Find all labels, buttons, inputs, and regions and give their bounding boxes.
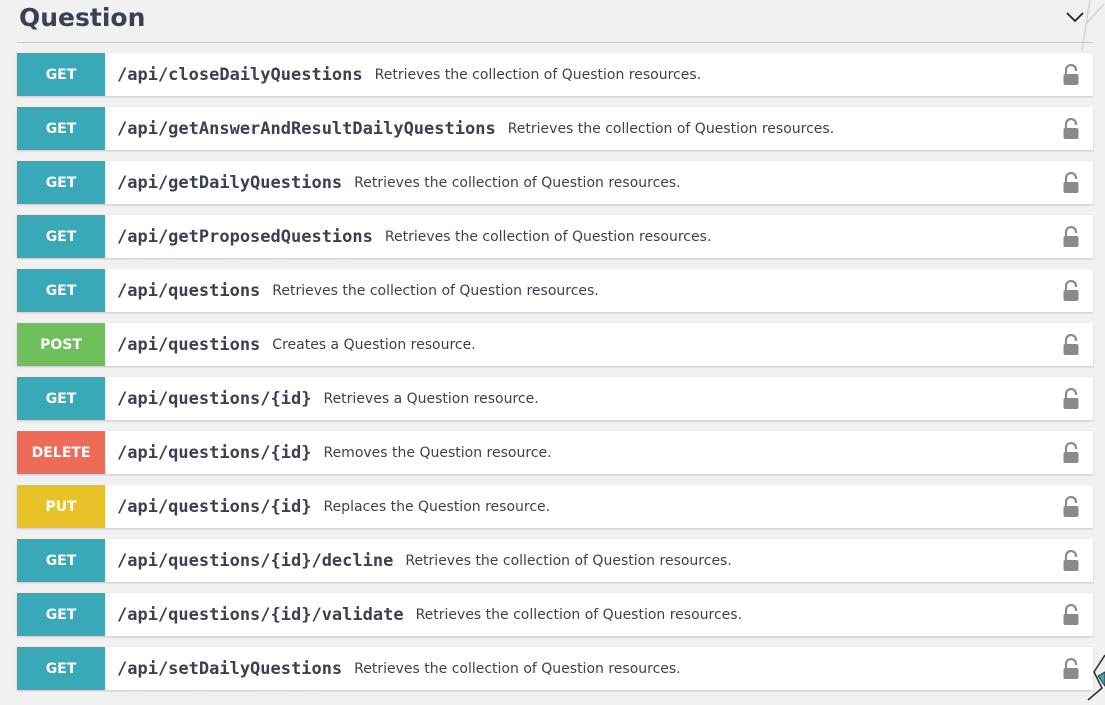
lock-icon[interactable] [1062,172,1080,194]
operation-row[interactable]: GET/api/getAnswerAndResultDailyQuestions… [17,107,1093,150]
operation-summary: /api/questions/{id}/validate Retrieves th… [117,593,742,636]
lock-icon[interactable] [1062,334,1080,356]
operation-path: /api/questions/{id} [117,496,312,517]
operation-summary: /api/getProposedQuestions Retrieves the c… [117,215,711,258]
operation-description: Retrieves the collection of Question res… [374,66,702,83]
operation-row[interactable]: PUT/api/questions/{id} Replaces the Quest… [17,485,1093,528]
operation-description: Retrieves a Question resource. [323,390,539,407]
lock-icon[interactable] [1062,658,1080,680]
lock-icon[interactable] [1062,280,1080,302]
operation-description: Retrieves the collection of Question res… [415,606,743,623]
operation-summary: /api/questions/{id}/decline Retrieves the… [117,539,732,582]
lock-icon[interactable] [1062,388,1080,410]
operation-description: Retrieves the collection of Question res… [354,660,681,677]
method-badge: GET [17,107,105,150]
operation-description: Replaces the Question resource. [323,498,551,515]
operation-description: Creates a Question resource. [272,336,476,353]
section-title: Question [19,3,146,32]
operation-row[interactable]: GET/api/getDailyQuestions Retrieves the c… [17,161,1093,204]
lock-icon[interactable] [1062,64,1080,86]
operation-path: /api/questions [117,280,261,301]
operation-summary: /api/questions/{id} Replaces the Question… [117,485,550,528]
operation-path: /api/getProposedQuestions [117,226,373,247]
operation-row[interactable]: GET/api/setDailyQuestions Retrieves the c… [17,647,1093,690]
operation-description: Retrieves the collection of Question res… [507,120,835,137]
operation-summary: /api/questions/{id} Removes the Question … [117,431,552,474]
operation-path: /api/questions/{id} [117,388,312,409]
method-badge: GET [17,53,105,96]
operation-description: Retrieves the collection of Question res… [384,228,712,245]
operation-row[interactable]: POST/api/questions Creates a Question res… [17,323,1093,366]
method-badge: GET [17,215,105,258]
operation-row[interactable]: GET/api/questions Retrieves the collectio… [17,269,1093,312]
method-badge: PUT [17,485,105,528]
operation-path: /api/setDailyQuestions [117,658,343,679]
operation-path: /api/getAnswerAndResultDailyQuestions [117,118,496,139]
operation-description: Removes the Question resource. [323,444,552,461]
operation-path: /api/questions [117,334,261,355]
operation-summary: /api/questions Retrieves the collection o… [117,269,599,312]
method-badge: GET [17,161,105,204]
method-badge: GET [17,269,105,312]
operation-row[interactable]: GET/api/closeDailyQuestions Retrieves the… [17,53,1093,96]
method-badge: GET [17,647,105,690]
operation-summary: /api/getDailyQuestions Retrieves the coll… [117,161,681,204]
method-badge: GET [17,593,105,636]
lock-icon[interactable] [1062,118,1080,140]
operation-path: /api/closeDailyQuestions [117,64,363,85]
method-badge: GET [17,377,105,420]
method-badge: POST [17,323,105,366]
operation-path: /api/questions/{id}/validate [117,604,404,625]
decorative-branch-icon [1081,0,1105,51]
operation-row[interactable]: GET/api/questions/{id}/decline Retrieves … [17,539,1093,582]
operation-path: /api/questions/{id} [117,442,312,463]
operation-description: Retrieves the collection of Question res… [272,282,599,299]
operation-row[interactable]: GET/api/questions/{id} Retrieves a Questi… [17,377,1093,420]
lock-icon[interactable] [1062,604,1080,626]
operation-path: /api/questions/{id}/decline [117,550,394,571]
lock-icon[interactable] [1062,496,1080,518]
operation-row[interactable]: DELETE/api/questions/{id} Removes the Que… [17,431,1093,474]
lock-icon[interactable] [1062,442,1080,464]
operation-path: /api/getDailyQuestions [117,172,343,193]
operation-description: Retrieves the collection of Question res… [405,552,732,569]
operation-summary: /api/questions Creates a Question resourc… [117,323,476,366]
operation-row[interactable]: GET/api/questions/{id}/validate Retrieves… [17,593,1093,636]
lock-icon[interactable] [1062,226,1080,248]
operation-description: Retrieves the collection of Question res… [354,174,681,191]
lock-icon[interactable] [1062,550,1080,572]
method-badge: GET [17,539,105,582]
operations-list: GET/api/closeDailyQuestions Retrieves the… [17,53,1093,701]
section-header[interactable]: Question [17,0,1093,43]
operation-summary: /api/closeDailyQuestions Retrieves the co… [117,53,701,96]
operation-summary: /api/questions/{id} Retrieves a Question … [117,377,539,420]
method-badge: DELETE [17,431,105,474]
operation-summary: /api/getAnswerAndResultDailyQuestions Ret… [117,107,834,150]
operation-row[interactable]: GET/api/getProposedQuestions Retrieves th… [17,215,1093,258]
operation-summary: /api/setDailyQuestions Retrieves the coll… [117,647,681,690]
